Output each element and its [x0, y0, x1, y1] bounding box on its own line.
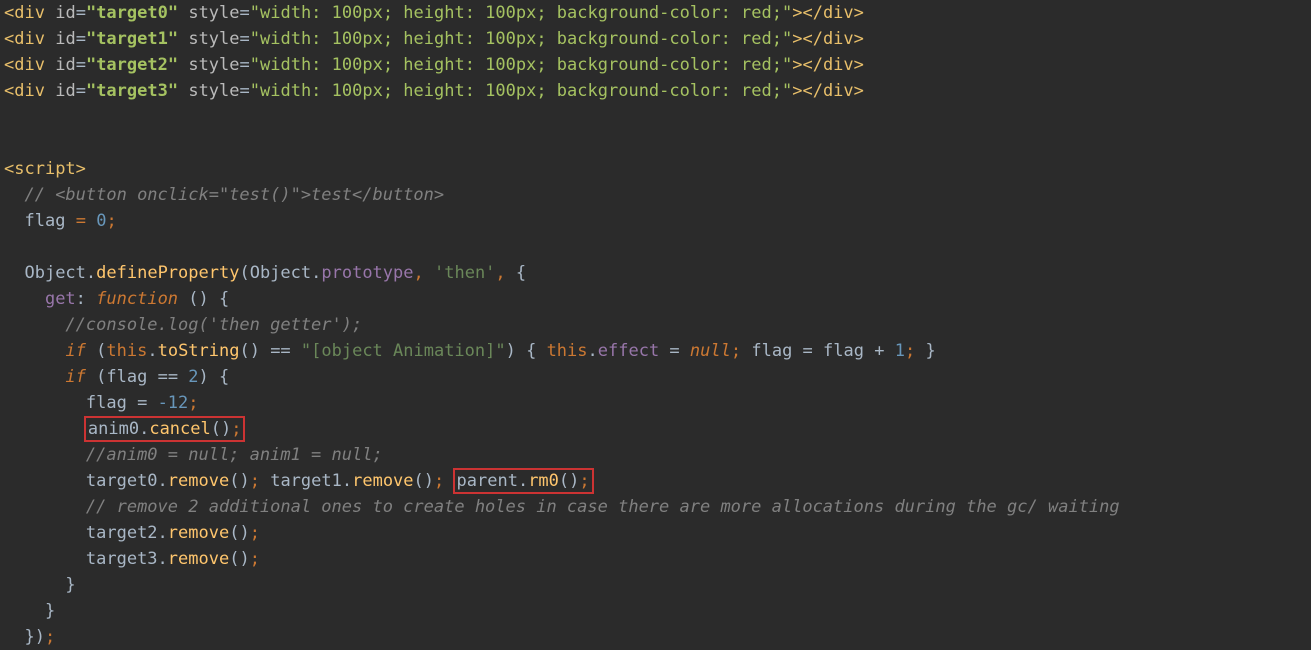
code-block: <div id="target0" style="width: 100px; h… [0, 0, 1311, 650]
highlight-anim0-cancel: anim0.cancel(); [84, 416, 246, 442]
highlight-parent-rm0: parent.rm0(); [453, 468, 594, 494]
